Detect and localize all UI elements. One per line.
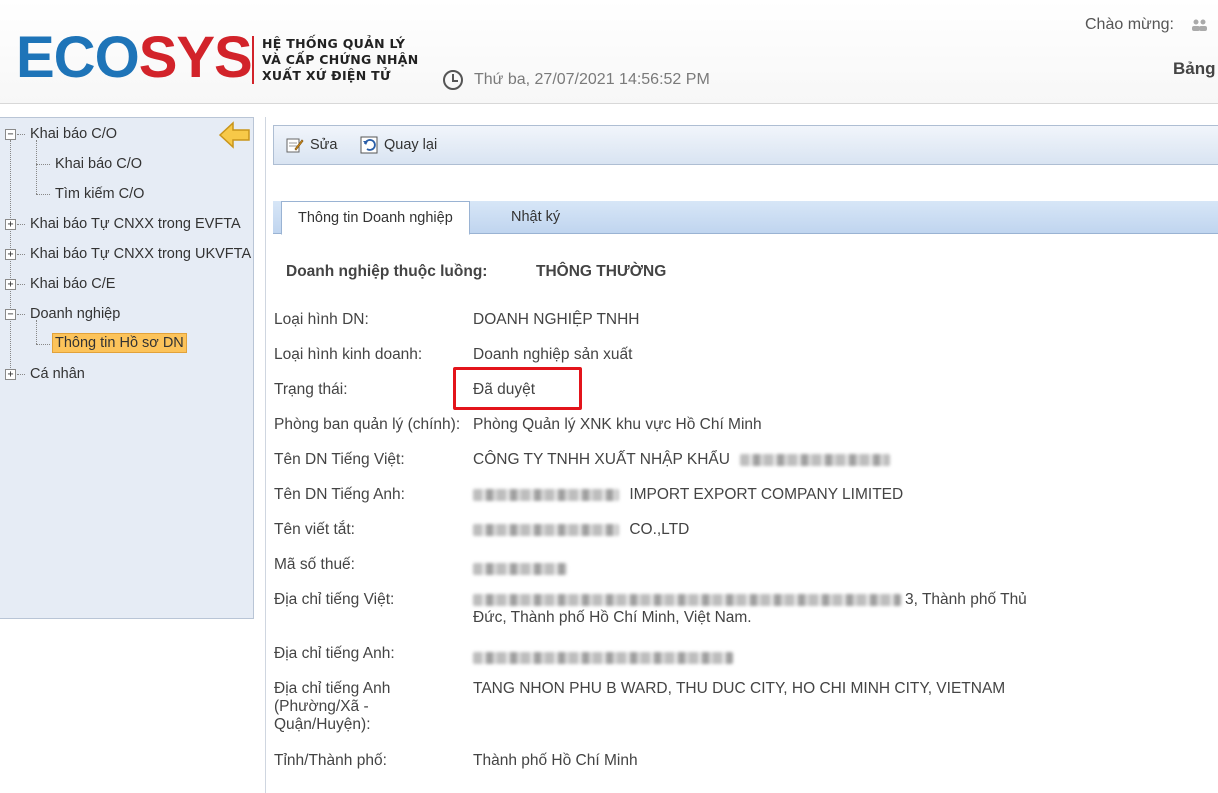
redacted-text bbox=[473, 651, 733, 664]
collapse-icon[interactable]: − bbox=[5, 309, 16, 320]
field-label-ma-so-thue: Mã số thuế: bbox=[274, 556, 355, 573]
field-label-ten-dn-tieng-viet: Tên DN Tiếng Việt: bbox=[274, 451, 405, 468]
field-value-phong-ban: Phòng Quản lý XNK khu vực Hồ Chí Minh bbox=[473, 416, 762, 433]
tree-connector bbox=[17, 224, 25, 225]
field-label-trang-thai: Trạng thái: bbox=[274, 381, 348, 398]
field-value-ten-dn-tieng-anh: IMPORT EXPORT COMPANY LIMITED bbox=[473, 486, 903, 504]
clock-icon bbox=[443, 70, 463, 90]
tree-connector bbox=[36, 320, 37, 344]
expand-icon[interactable]: + bbox=[5, 279, 16, 290]
expand-icon[interactable]: + bbox=[5, 249, 16, 260]
welcome-text: Chào mừng: bbox=[1085, 16, 1174, 33]
logo-subtitle-line-1: HỆ THỐNG QUẢN LÝ bbox=[262, 36, 406, 51]
tree-connector bbox=[36, 164, 50, 165]
field-label-ten-dn-tieng-anh: Tên DN Tiếng Anh: bbox=[274, 486, 405, 503]
logo-divider bbox=[252, 36, 254, 84]
field-value-loai-hinh-kinh-doanh: Doanh nghiệp sản xuất bbox=[473, 346, 633, 363]
current-datetime: Thứ ba, 27/07/2021 14:56:52 PM bbox=[474, 71, 710, 88]
field-label-ten-viet-tat: Tên viết tắt: bbox=[274, 521, 355, 538]
expand-icon[interactable]: + bbox=[5, 219, 16, 230]
expand-icon[interactable]: + bbox=[5, 369, 16, 380]
collapse-sidebar-arrow-icon[interactable] bbox=[218, 120, 252, 150]
collapse-icon[interactable]: − bbox=[5, 129, 16, 140]
sidebar-item-thong-tin-ho-so-dn[interactable]: Thông tin Hồ sơ DN bbox=[52, 333, 187, 353]
tab-nhat-ky[interactable]: Nhật ký bbox=[495, 201, 576, 235]
undo-icon bbox=[360, 136, 378, 154]
edit-icon bbox=[286, 136, 304, 154]
field-value-dia-chi-phuong-xa: TANG NHON PHU B WARD, THU DUC CITY, HO C… bbox=[473, 680, 1006, 697]
field-label-loai-hinh-kinh-doanh: Loại hình kinh doanh: bbox=[274, 346, 423, 363]
status-highlight-box bbox=[453, 367, 582, 410]
field-value-tinh-thanh-pho: Thành phố Hồ Chí Minh bbox=[473, 752, 638, 769]
ten-dn-tieng-anh-text: IMPORT EXPORT COMPANY LIMITED bbox=[629, 486, 904, 503]
sidebar-tree: − Khai báo C/O Khai báo C/O Tìm kiếm C/O… bbox=[0, 117, 254, 619]
sidebar-item-ca-nhan[interactable]: Cá nhân bbox=[30, 366, 85, 382]
dashboard-link[interactable]: Bảng bbox=[1173, 59, 1216, 79]
field-label-dia-chi-phuong-xa: Địa chỉ tiếng Anh bbox=[274, 680, 391, 697]
field-value-dia-chi-tieng-viet-line-2: Đức, Thành phố Hồ Chí Minh, Việt Nam. bbox=[473, 609, 752, 626]
sidebar-item-doanh-nghiep[interactable]: Doanh nghiệp bbox=[30, 306, 120, 322]
tab-bar: Thông tin Doanh nghiệp Nhật ký bbox=[273, 201, 1218, 235]
sidebar-item-ukvfta[interactable]: Khai báo Tự CNXX trong UKVFTA bbox=[30, 246, 251, 262]
field-value-dia-chi-tieng-anh bbox=[473, 649, 733, 667]
field-value-dia-chi-tieng-viet: 3, Thành phố Thủ bbox=[473, 591, 1027, 609]
tree-connector bbox=[17, 254, 25, 255]
field-label-dia-chi-tieng-anh: Địa chỉ tiếng Anh: bbox=[274, 645, 395, 662]
tree-connector bbox=[36, 194, 50, 195]
redacted-text bbox=[473, 488, 619, 501]
field-label-phong-ban: Phòng ban quản lý (chính): bbox=[274, 416, 461, 433]
back-button[interactable]: Quay lại bbox=[360, 136, 437, 154]
tree-connector bbox=[17, 284, 25, 285]
app-header: ECO SYS HỆ THỐNG QUẢN LÝ VÀ CẤP CHỨNG NHẬ… bbox=[0, 0, 1218, 104]
edit-button[interactable]: Sửa bbox=[286, 136, 337, 154]
field-value-ten-dn-tieng-viet: CÔNG TY TNHH XUẤT NHẬP KHẨU bbox=[473, 451, 891, 469]
tree-connector bbox=[36, 140, 37, 194]
field-value-loai-hinh-dn: DOANH NGHIỆP TNHH bbox=[473, 311, 640, 328]
ten-viet-tat-text: CO.,LTD bbox=[629, 521, 690, 538]
field-label-loai-hinh-dn: Loại hình DN: bbox=[274, 311, 369, 328]
tree-connector bbox=[36, 344, 50, 345]
logo-eco-text: ECO bbox=[16, 25, 140, 90]
sidebar-item-khai-bao-co[interactable]: Khai báo C/O bbox=[30, 126, 117, 142]
redacted-text bbox=[473, 562, 567, 575]
redacted-text bbox=[473, 593, 901, 606]
stream-value: THÔNG THƯỜNG bbox=[536, 263, 667, 280]
redacted-text bbox=[473, 523, 619, 536]
sidebar-item-khai-bao-ce[interactable]: Khai báo C/E bbox=[30, 276, 115, 292]
logo-subtitle: HỆ THỐNG QUẢN LÝ VÀ CẤP CHỨNG NHẬN XUẤT … bbox=[262, 36, 432, 84]
redacted-text bbox=[740, 453, 891, 466]
field-value-ma-so-thue bbox=[473, 560, 567, 578]
field-label-dia-chi-tieng-viet: Địa chỉ tiếng Việt: bbox=[274, 591, 395, 608]
field-value-ten-viet-tat: CO.,LTD bbox=[473, 521, 689, 539]
field-label-dia-chi-phuong-xa-line-2: (Phường/Xã - bbox=[274, 698, 369, 715]
ecosys-logo[interactable]: ECO SYS bbox=[16, 25, 253, 90]
tab-thong-tin-doanh-nghiep[interactable]: Thông tin Doanh nghiệp bbox=[281, 201, 470, 235]
field-label-tinh-thanh-pho: Tỉnh/Thành phố: bbox=[274, 752, 387, 769]
users-icon bbox=[1191, 18, 1209, 32]
edit-button-label: Sửa bbox=[310, 137, 338, 153]
back-button-label: Quay lại bbox=[384, 137, 438, 153]
sidebar-item-evfta[interactable]: Khai báo Tự CNXX trong EVFTA bbox=[30, 216, 241, 232]
sidebar-item-tim-kiem-co[interactable]: Tìm kiếm C/O bbox=[55, 186, 144, 202]
sidebar-item-khai-bao-co-sub[interactable]: Khai báo C/O bbox=[55, 156, 142, 172]
ten-dn-tieng-viet-text: CÔNG TY TNHH XUẤT NHẬP KHẨU bbox=[473, 451, 730, 468]
stream-label: Doanh nghiệp thuộc luồng: bbox=[286, 263, 488, 280]
tree-connector bbox=[17, 314, 25, 315]
logo-sys-text: SYS bbox=[138, 25, 253, 90]
toolbar: Sửa Quay lại bbox=[273, 125, 1218, 165]
field-label-dia-chi-phuong-xa-line-3: Quận/Huyện): bbox=[274, 716, 371, 733]
tree-connector bbox=[17, 374, 25, 375]
logo-subtitle-line-3: XUẤT XỨ ĐIỆN TỬ bbox=[262, 68, 391, 83]
tree-connector bbox=[17, 134, 25, 135]
dia-chi-tieng-viet-text-1: 3, Thành phố Thủ bbox=[905, 591, 1027, 608]
logo-subtitle-line-2: VÀ CẤP CHỨNG NHẬN bbox=[262, 52, 419, 67]
